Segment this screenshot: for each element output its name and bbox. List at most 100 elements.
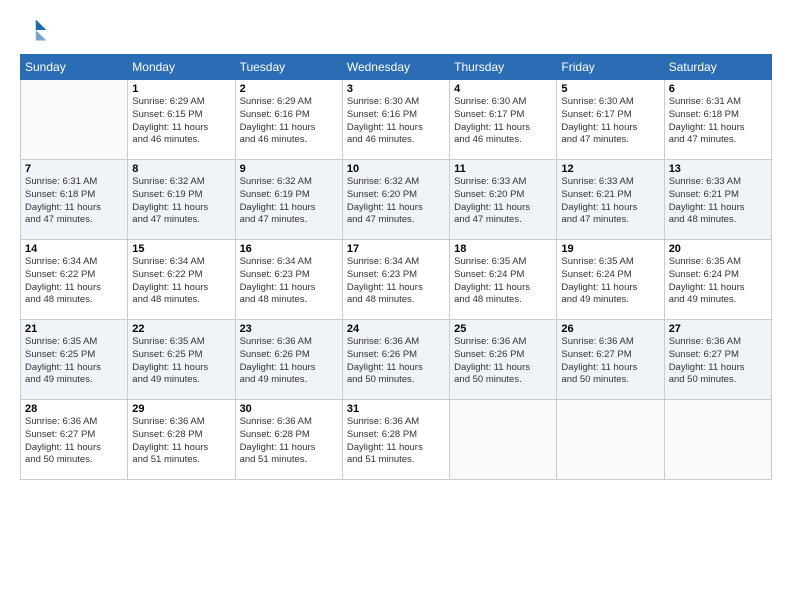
weekday-header: Thursday — [450, 55, 557, 80]
day-number: 15 — [132, 243, 230, 255]
calendar-cell: 27Sunrise: 6:36 AMSunset: 6:27 PMDayligh… — [664, 320, 771, 400]
day-number: 12 — [561, 163, 659, 175]
weekday-header: Wednesday — [342, 55, 449, 80]
calendar-cell: 16Sunrise: 6:34 AMSunset: 6:23 PMDayligh… — [235, 240, 342, 320]
day-number: 27 — [669, 323, 767, 335]
calendar-week-row: 1Sunrise: 6:29 AMSunset: 6:15 PMDaylight… — [21, 80, 772, 160]
day-info: Sunrise: 6:36 AMSunset: 6:28 PMDaylight:… — [240, 416, 338, 467]
day-info: Sunrise: 6:35 AMSunset: 6:25 PMDaylight:… — [132, 336, 230, 387]
day-info: Sunrise: 6:31 AMSunset: 6:18 PMDaylight:… — [669, 96, 767, 147]
day-number: 20 — [669, 243, 767, 255]
day-info: Sunrise: 6:32 AMSunset: 6:19 PMDaylight:… — [132, 176, 230, 227]
day-number: 3 — [347, 83, 445, 95]
calendar-cell: 15Sunrise: 6:34 AMSunset: 6:22 PMDayligh… — [128, 240, 235, 320]
weekday-header: Friday — [557, 55, 664, 80]
calendar-cell: 17Sunrise: 6:34 AMSunset: 6:23 PMDayligh… — [342, 240, 449, 320]
calendar-cell: 14Sunrise: 6:34 AMSunset: 6:22 PMDayligh… — [21, 240, 128, 320]
day-number: 26 — [561, 323, 659, 335]
day-info: Sunrise: 6:34 AMSunset: 6:23 PMDaylight:… — [347, 256, 445, 307]
day-info: Sunrise: 6:36 AMSunset: 6:27 PMDaylight:… — [25, 416, 123, 467]
day-info: Sunrise: 6:30 AMSunset: 6:16 PMDaylight:… — [347, 96, 445, 147]
page: SundayMondayTuesdayWednesdayThursdayFrid… — [0, 0, 792, 612]
day-number: 10 — [347, 163, 445, 175]
day-number: 31 — [347, 403, 445, 415]
calendar-cell: 2Sunrise: 6:29 AMSunset: 6:16 PMDaylight… — [235, 80, 342, 160]
day-info: Sunrise: 6:34 AMSunset: 6:22 PMDaylight:… — [25, 256, 123, 307]
day-number: 4 — [454, 83, 552, 95]
calendar-cell: 30Sunrise: 6:36 AMSunset: 6:28 PMDayligh… — [235, 400, 342, 480]
calendar-week-row: 28Sunrise: 6:36 AMSunset: 6:27 PMDayligh… — [21, 400, 772, 480]
calendar-cell: 20Sunrise: 6:35 AMSunset: 6:24 PMDayligh… — [664, 240, 771, 320]
calendar-cell: 21Sunrise: 6:35 AMSunset: 6:25 PMDayligh… — [21, 320, 128, 400]
day-number: 30 — [240, 403, 338, 415]
day-number: 28 — [25, 403, 123, 415]
day-info: Sunrise: 6:36 AMSunset: 6:26 PMDaylight:… — [240, 336, 338, 387]
day-info: Sunrise: 6:34 AMSunset: 6:23 PMDaylight:… — [240, 256, 338, 307]
day-info: Sunrise: 6:35 AMSunset: 6:25 PMDaylight:… — [25, 336, 123, 387]
calendar-cell: 29Sunrise: 6:36 AMSunset: 6:28 PMDayligh… — [128, 400, 235, 480]
calendar-cell: 6Sunrise: 6:31 AMSunset: 6:18 PMDaylight… — [664, 80, 771, 160]
day-number: 9 — [240, 163, 338, 175]
day-number: 11 — [454, 163, 552, 175]
day-number: 29 — [132, 403, 230, 415]
calendar-week-row: 14Sunrise: 6:34 AMSunset: 6:22 PMDayligh… — [21, 240, 772, 320]
calendar-cell: 1Sunrise: 6:29 AMSunset: 6:15 PMDaylight… — [128, 80, 235, 160]
day-info: Sunrise: 6:36 AMSunset: 6:26 PMDaylight:… — [347, 336, 445, 387]
calendar-cell: 7Sunrise: 6:31 AMSunset: 6:18 PMDaylight… — [21, 160, 128, 240]
day-info: Sunrise: 6:32 AMSunset: 6:19 PMDaylight:… — [240, 176, 338, 227]
day-number: 6 — [669, 83, 767, 95]
weekday-header: Saturday — [664, 55, 771, 80]
calendar-cell: 22Sunrise: 6:35 AMSunset: 6:25 PMDayligh… — [128, 320, 235, 400]
calendar-cell: 11Sunrise: 6:33 AMSunset: 6:20 PMDayligh… — [450, 160, 557, 240]
day-info: Sunrise: 6:32 AMSunset: 6:20 PMDaylight:… — [347, 176, 445, 227]
logo-icon — [20, 16, 48, 44]
weekday-header: Tuesday — [235, 55, 342, 80]
day-info: Sunrise: 6:36 AMSunset: 6:26 PMDaylight:… — [454, 336, 552, 387]
calendar-cell — [21, 80, 128, 160]
day-info: Sunrise: 6:33 AMSunset: 6:21 PMDaylight:… — [561, 176, 659, 227]
calendar-cell: 12Sunrise: 6:33 AMSunset: 6:21 PMDayligh… — [557, 160, 664, 240]
day-number: 1 — [132, 83, 230, 95]
calendar-cell: 8Sunrise: 6:32 AMSunset: 6:19 PMDaylight… — [128, 160, 235, 240]
day-number: 13 — [669, 163, 767, 175]
day-info: Sunrise: 6:30 AMSunset: 6:17 PMDaylight:… — [454, 96, 552, 147]
day-info: Sunrise: 6:35 AMSunset: 6:24 PMDaylight:… — [561, 256, 659, 307]
calendar-cell: 4Sunrise: 6:30 AMSunset: 6:17 PMDaylight… — [450, 80, 557, 160]
calendar-cell: 18Sunrise: 6:35 AMSunset: 6:24 PMDayligh… — [450, 240, 557, 320]
day-info: Sunrise: 6:29 AMSunset: 6:16 PMDaylight:… — [240, 96, 338, 147]
day-number: 22 — [132, 323, 230, 335]
calendar-week-row: 21Sunrise: 6:35 AMSunset: 6:25 PMDayligh… — [21, 320, 772, 400]
calendar-cell: 25Sunrise: 6:36 AMSunset: 6:26 PMDayligh… — [450, 320, 557, 400]
day-number: 21 — [25, 323, 123, 335]
day-number: 19 — [561, 243, 659, 255]
calendar-cell — [664, 400, 771, 480]
day-info: Sunrise: 6:36 AMSunset: 6:28 PMDaylight:… — [132, 416, 230, 467]
day-info: Sunrise: 6:35 AMSunset: 6:24 PMDaylight:… — [454, 256, 552, 307]
day-number: 24 — [347, 323, 445, 335]
calendar-cell: 10Sunrise: 6:32 AMSunset: 6:20 PMDayligh… — [342, 160, 449, 240]
calendar-cell: 5Sunrise: 6:30 AMSunset: 6:17 PMDaylight… — [557, 80, 664, 160]
calendar-cell: 9Sunrise: 6:32 AMSunset: 6:19 PMDaylight… — [235, 160, 342, 240]
calendar-cell — [557, 400, 664, 480]
day-number: 5 — [561, 83, 659, 95]
calendar-cell: 19Sunrise: 6:35 AMSunset: 6:24 PMDayligh… — [557, 240, 664, 320]
day-info: Sunrise: 6:34 AMSunset: 6:22 PMDaylight:… — [132, 256, 230, 307]
weekday-header: Sunday — [21, 55, 128, 80]
logo — [20, 16, 52, 44]
day-number: 16 — [240, 243, 338, 255]
day-number: 7 — [25, 163, 123, 175]
weekday-header-row: SundayMondayTuesdayWednesdayThursdayFrid… — [21, 55, 772, 80]
calendar-cell: 23Sunrise: 6:36 AMSunset: 6:26 PMDayligh… — [235, 320, 342, 400]
calendar-cell: 24Sunrise: 6:36 AMSunset: 6:26 PMDayligh… — [342, 320, 449, 400]
day-info: Sunrise: 6:31 AMSunset: 6:18 PMDaylight:… — [25, 176, 123, 227]
day-info: Sunrise: 6:33 AMSunset: 6:21 PMDaylight:… — [669, 176, 767, 227]
day-info: Sunrise: 6:36 AMSunset: 6:28 PMDaylight:… — [347, 416, 445, 467]
day-info: Sunrise: 6:30 AMSunset: 6:17 PMDaylight:… — [561, 96, 659, 147]
day-number: 25 — [454, 323, 552, 335]
calendar-cell: 13Sunrise: 6:33 AMSunset: 6:21 PMDayligh… — [664, 160, 771, 240]
calendar-table: SundayMondayTuesdayWednesdayThursdayFrid… — [20, 54, 772, 480]
day-number: 23 — [240, 323, 338, 335]
day-number: 18 — [454, 243, 552, 255]
day-number: 8 — [132, 163, 230, 175]
day-info: Sunrise: 6:35 AMSunset: 6:24 PMDaylight:… — [669, 256, 767, 307]
